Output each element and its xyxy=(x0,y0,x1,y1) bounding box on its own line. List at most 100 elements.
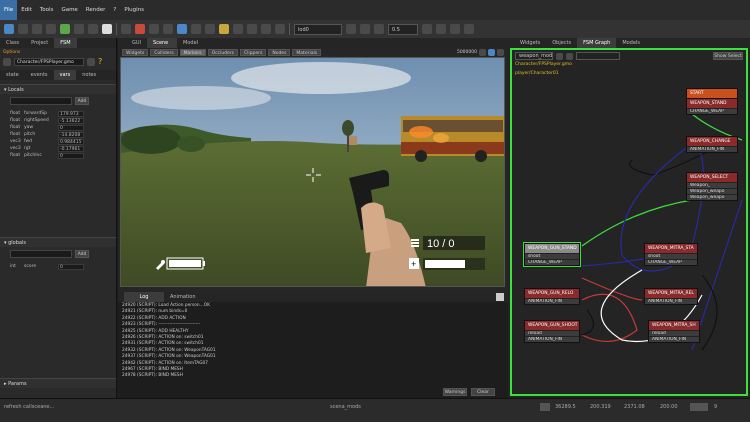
save-all-icon[interactable] xyxy=(46,24,56,34)
snap-icon[interactable] xyxy=(374,24,384,34)
slider-icon[interactable] xyxy=(690,403,708,411)
tab-objects[interactable]: Objects xyxy=(546,38,577,48)
node-event[interactable]: CHANGE_WEAP xyxy=(687,108,737,114)
layer-dropdown[interactable]: lod0 xyxy=(294,23,342,35)
toggle-occluders[interactable]: Occluders xyxy=(207,49,238,56)
terrain-icon[interactable] xyxy=(247,24,257,34)
menu-tools[interactable]: Tools xyxy=(36,7,58,13)
fsm-node-weapon-gun-stand[interactable]: WEAPON_GUN_STAND shoot CHANGE_WEAP xyxy=(523,242,581,267)
var-value[interactable]: -0.17961 xyxy=(58,145,84,152)
water-icon[interactable] xyxy=(261,24,271,34)
node-event[interactable]: ANIMATION_FIN xyxy=(525,336,579,342)
scale-icon[interactable] xyxy=(436,24,446,34)
add-global-button[interactable]: Add xyxy=(75,250,89,258)
grid-icon[interactable] xyxy=(275,24,285,34)
menu-game[interactable]: Game xyxy=(57,7,81,13)
fsm-node-weapon-select[interactable]: WEAPON_SELECT Weapon_ Weapon_weapo Weapo… xyxy=(686,172,738,201)
locals-header[interactable]: ▾ Locals xyxy=(0,84,116,94)
move-icon[interactable] xyxy=(121,24,131,34)
link-icon[interactable] xyxy=(464,24,474,34)
snap-value-input[interactable]: 0.5 xyxy=(388,23,418,35)
local-name-input[interactable] xyxy=(10,97,72,105)
add-local-button[interactable]: Add xyxy=(75,97,89,105)
select-icon[interactable] xyxy=(450,24,460,34)
toggle-nodes[interactable]: Nodes xyxy=(268,49,291,56)
var-value[interactable]: -5.13622 xyxy=(58,117,84,124)
tab-animation[interactable]: Animation xyxy=(164,292,202,302)
tab-widgets[interactable]: Widgets xyxy=(514,38,546,48)
path-icon[interactable] xyxy=(219,24,229,34)
globals-header[interactable]: ▾ globals xyxy=(0,237,116,247)
tab-project[interactable]: Project xyxy=(25,38,54,48)
params-header[interactable]: ▸ Params xyxy=(0,378,116,388)
toggle-clippers[interactable]: Clippers xyxy=(240,49,267,56)
menu-edit[interactable]: Edit xyxy=(17,7,36,13)
global-name-input[interactable] xyxy=(10,250,72,258)
camera-mode-icon[interactable] xyxy=(488,49,495,56)
toggle-widgets[interactable]: Widgets xyxy=(122,49,149,56)
new-icon[interactable] xyxy=(4,24,14,34)
tab-log[interactable]: Log xyxy=(124,292,164,302)
menu-plugins[interactable]: Plugins xyxy=(120,7,148,13)
undo-icon[interactable] xyxy=(346,24,356,34)
var-value[interactable]: 0 xyxy=(58,263,84,270)
tab-events[interactable]: events xyxy=(25,70,54,80)
warnings-button[interactable]: Warnings xyxy=(443,388,467,396)
play-icon[interactable] xyxy=(60,24,70,34)
fsm-node-weapon-gun-shoot[interactable]: WEAPON_GUN_SHOOT reload ANIMATION_FIN xyxy=(524,320,580,343)
node-event[interactable]: CHANGE_WEAP xyxy=(645,259,697,265)
var-value[interactable]: -14.8208 xyxy=(58,131,84,138)
toggle-materials[interactable]: Materials xyxy=(292,49,322,56)
table-row[interactable]: vec3 rgt -0.17961 xyxy=(10,145,106,152)
tab-fsm[interactable]: FSM xyxy=(54,38,77,48)
rotate-icon[interactable] xyxy=(422,24,432,34)
fsm-node-weapon-gun-reload[interactable]: WEAPON_GUN_RELO ANIMATION_FIN xyxy=(524,288,580,305)
close-icon[interactable] xyxy=(496,293,504,301)
fsm-node-weapon-stand[interactable]: WEAPON_STAND CHANGE_WEAP xyxy=(686,98,738,115)
pencil-icon[interactable] xyxy=(540,403,550,411)
node-event[interactable]: Weapon_weapo xyxy=(687,194,737,200)
browse-icon[interactable] xyxy=(87,57,95,66)
toggle-colliders[interactable]: Colliders xyxy=(150,49,178,56)
var-value[interactable]: 179.973 xyxy=(58,110,84,117)
stop-icon[interactable] xyxy=(88,24,98,34)
tab-scene[interactable]: Scene xyxy=(147,38,178,48)
flag-icon[interactable] xyxy=(177,24,187,34)
fx-icon[interactable] xyxy=(163,24,173,34)
sound-icon[interactable] xyxy=(205,24,215,34)
fsm-node-weapon-change[interactable]: WEAPON_CHANGE ANIMATION_FIN xyxy=(686,136,738,153)
redo-icon[interactable] xyxy=(360,24,370,34)
table-row[interactable]: vec3 fwd 0.984415 xyxy=(10,138,106,145)
light-icon[interactable] xyxy=(191,24,201,34)
table-row[interactable]: float forwardSp 179.973 xyxy=(10,110,106,117)
fullscreen-icon[interactable] xyxy=(479,49,486,56)
tab-model[interactable]: Model xyxy=(177,38,204,48)
sphere-icon[interactable] xyxy=(135,24,145,34)
gear-icon[interactable] xyxy=(149,24,159,34)
tab-gui[interactable]: GUI xyxy=(126,38,147,48)
var-value[interactable]: 0 xyxy=(58,124,84,131)
node-event[interactable]: CHANGE_WEAP xyxy=(525,259,579,265)
menu-render[interactable]: Render xyxy=(82,7,110,13)
menu-file[interactable]: File xyxy=(0,0,18,20)
fsm-file-field[interactable]: Character/FPSPlayer.gmo xyxy=(14,57,84,66)
table-row[interactable]: int score 0 xyxy=(10,263,106,270)
toggle-markers[interactable]: Markers xyxy=(179,49,206,56)
text-icon[interactable] xyxy=(233,24,243,34)
tab-notes[interactable]: notes xyxy=(76,70,102,80)
table-row[interactable]: float yaw 0 xyxy=(10,124,106,131)
tab-fsm-graph[interactable]: FSM Graph xyxy=(577,38,617,48)
var-value[interactable]: 0.984415 xyxy=(58,138,84,145)
table-row[interactable]: float pitchInc 0 xyxy=(10,152,106,159)
tab-models[interactable]: Models xyxy=(616,38,646,48)
fsm-graph-canvas[interactable]: weapon_mod Show Select Character/FPSPlay… xyxy=(510,48,748,396)
view-icon[interactable] xyxy=(497,49,504,56)
help-icon[interactable]: ? xyxy=(98,57,102,66)
node-event[interactable]: ANIMATION_FIN xyxy=(649,336,699,342)
clear-button[interactable]: Clear xyxy=(471,388,495,396)
save-icon[interactable] xyxy=(32,24,42,34)
table-row[interactable]: float pitch -14.8208 xyxy=(10,131,106,138)
camera-icon[interactable] xyxy=(102,24,112,34)
node-event[interactable]: ANIMATION_FIN xyxy=(687,146,737,152)
pause-icon[interactable] xyxy=(74,24,84,34)
